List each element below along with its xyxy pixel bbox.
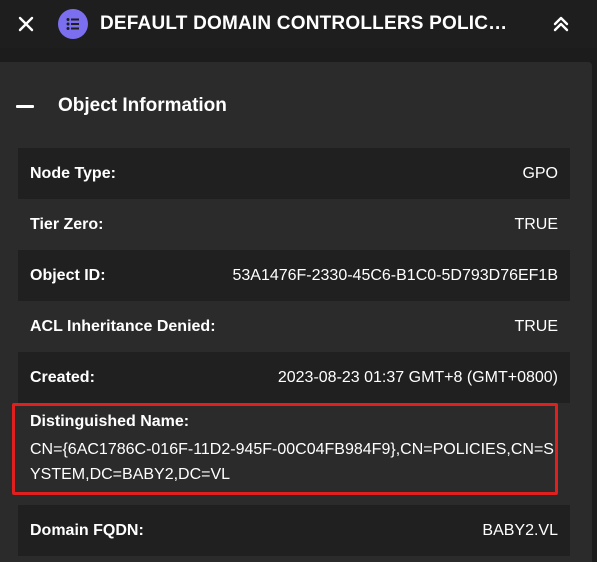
property-row-domain-fqdn: Domain FQDN: BABY2.VL bbox=[18, 505, 570, 556]
property-row-distinguished-name: Distinguished Name: CN={6AC1786C-016F-11… bbox=[12, 403, 570, 505]
property-row-tier-zero: Tier Zero: TRUE bbox=[18, 199, 570, 250]
property-label: Distinguished Name: bbox=[30, 413, 190, 430]
property-value: TRUE bbox=[514, 317, 558, 335]
property-value: CN={6AC1786C-016F-11D2-945F-00C04FB984F9… bbox=[30, 441, 554, 483]
property-value: 2023-08-23 01:37 GMT+8 (GMT+0800) bbox=[277, 368, 558, 386]
double-chevron-up-icon bbox=[553, 16, 569, 32]
property-value: GPO bbox=[522, 164, 558, 182]
section-title: Object Information bbox=[58, 95, 227, 116]
close-icon bbox=[18, 16, 34, 32]
collapse-panel-button[interactable] bbox=[547, 10, 575, 38]
entity-panel-header: DEFAULT DOMAIN CONTROLLERS POLIC… bbox=[0, 0, 597, 48]
property-value: 53A1476F-2330-45C6-B1C0-5D793D76EF1B bbox=[232, 266, 558, 284]
property-label: ACL Inheritance Denied: bbox=[30, 317, 216, 335]
property-row-created: Created: 2023-08-23 01:37 GMT+8 (GMT+080… bbox=[18, 352, 570, 403]
object-information-panel: Object Information Node Type: GPO Tier Z… bbox=[0, 62, 592, 562]
property-label: Node Type: bbox=[30, 164, 116, 182]
property-label: Tier Zero: bbox=[30, 215, 104, 233]
list-icon bbox=[58, 9, 88, 39]
property-value: TRUE bbox=[514, 215, 558, 233]
property-row-object-id: Object ID: 53A1476F-2330-45C6-B1C0-5D793… bbox=[18, 250, 570, 301]
property-row-node-type: Node Type: GPO bbox=[18, 148, 570, 199]
property-label: Created: bbox=[30, 368, 95, 386]
close-button[interactable] bbox=[14, 12, 38, 36]
object-information-toggle[interactable]: Object Information bbox=[0, 62, 592, 150]
panel-title: DEFAULT DOMAIN CONTROLLERS POLIC… bbox=[100, 13, 508, 34]
property-label: Object ID: bbox=[30, 266, 106, 284]
property-label: Domain FQDN: bbox=[30, 521, 144, 539]
property-row-acl-inheritance-denied: ACL Inheritance Denied: TRUE bbox=[18, 301, 570, 352]
minus-icon bbox=[16, 104, 34, 108]
property-value: BABY2.VL bbox=[482, 521, 558, 539]
property-list: Node Type: GPO Tier Zero: TRUE Object ID… bbox=[12, 148, 570, 556]
